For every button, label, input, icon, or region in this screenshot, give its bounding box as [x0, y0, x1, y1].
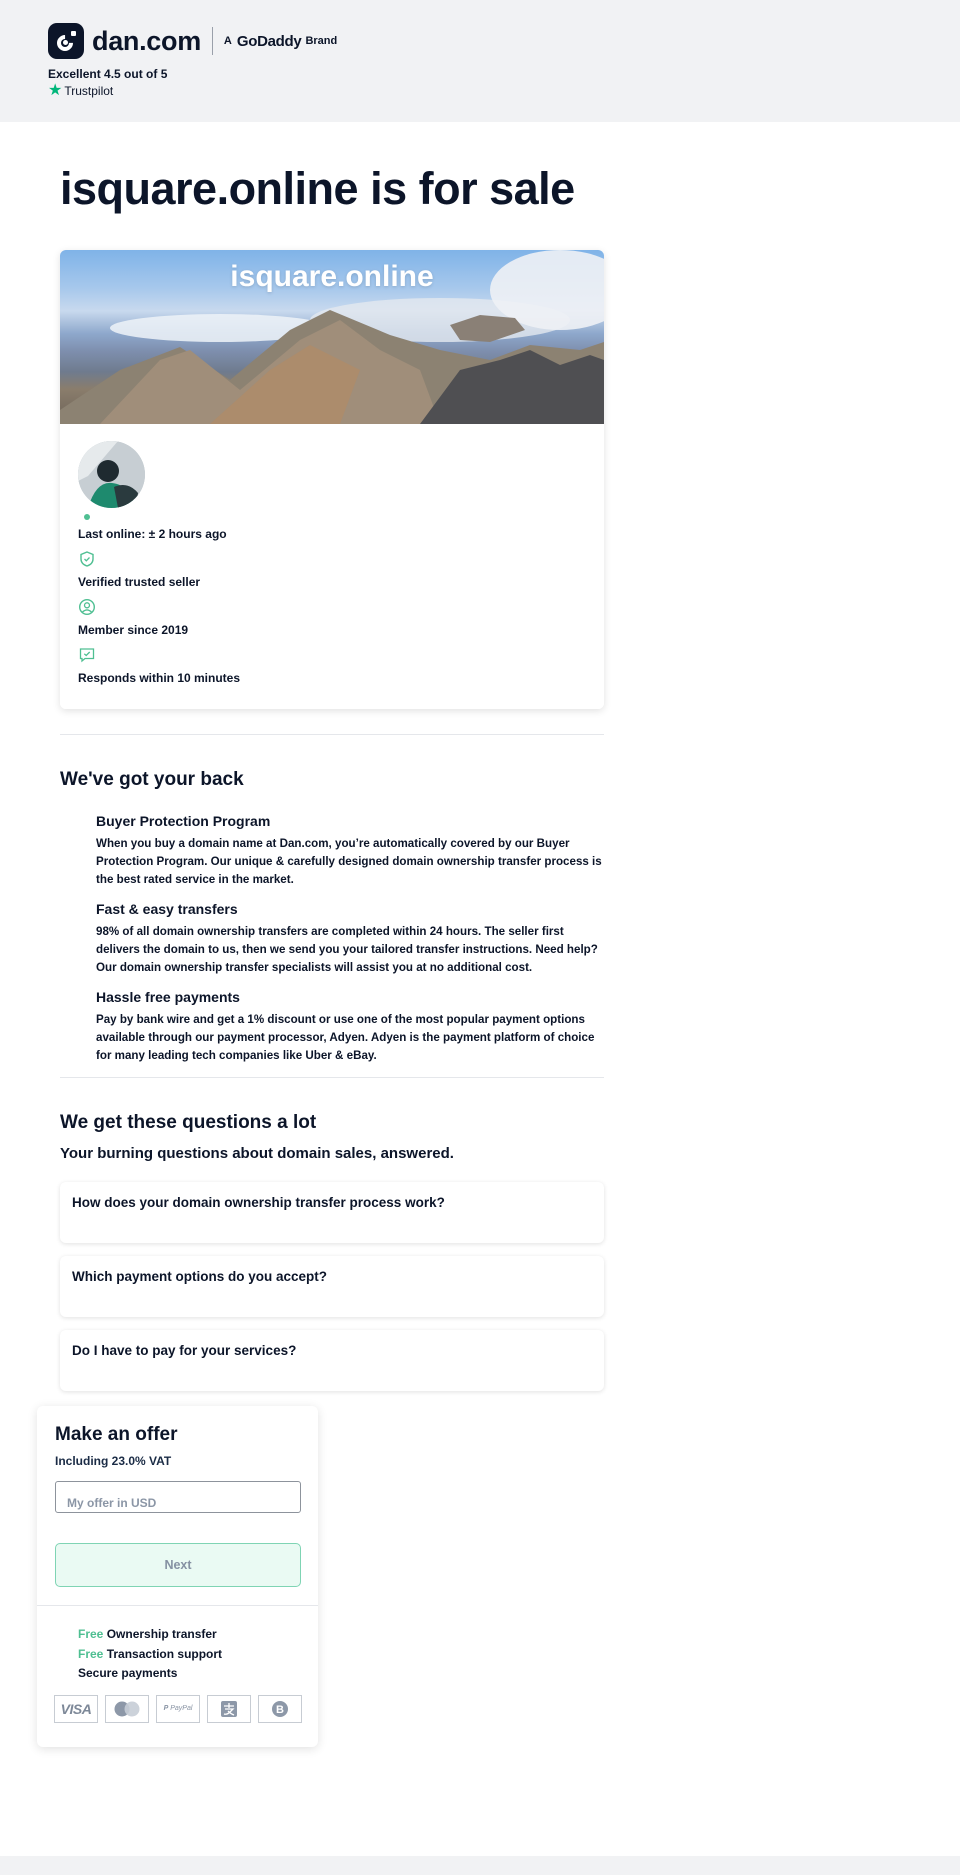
feature-title: Fast & easy transfers — [96, 901, 238, 917]
feature-title: Buyer Protection Program — [96, 813, 271, 829]
protection-title: We've got your back — [60, 769, 244, 790]
page-title: isquare.online is for sale — [60, 163, 575, 214]
faq-item[interactable]: How does your domain ownership transfer … — [60, 1182, 604, 1243]
feature-item: Buyer Protection Program When you buy a … — [96, 813, 604, 889]
user-circle-icon — [78, 598, 96, 616]
payment-methods: VISA P PayPal B — [37, 1684, 318, 1723]
offer-amount-input[interactable] — [55, 1481, 301, 1513]
banner-domain-text: isquare.online — [230, 260, 434, 293]
make-offer-card: Make an offer Including 23.0% VAT Next F… — [37, 1406, 318, 1747]
shield-check-icon — [80, 551, 94, 567]
brand-row: dan.com A GoDaddy Brand — [48, 23, 912, 59]
site-header: dan.com A GoDaddy Brand Excellent 4.5 ou… — [0, 0, 960, 122]
mastercard-icon — [105, 1694, 149, 1723]
section-divider — [60, 1077, 604, 1078]
seller-card: isquare.online Last online: ± 2 hours ag… — [60, 250, 604, 709]
dan-logo-icon[interactable] — [48, 23, 84, 59]
godaddy-logo: GoDaddy — [236, 32, 302, 50]
brand-prefix: A — [223, 35, 232, 47]
feature-list: Buyer Protection Program When you buy a … — [60, 813, 604, 1065]
logo-text[interactable]: dan.com — [92, 26, 201, 57]
online-status-dot — [84, 514, 90, 520]
faq-list: How does your domain ownership transfer … — [60, 1182, 604, 1391]
alipay-icon — [207, 1694, 251, 1723]
verified-seller: Verified trusted seller — [78, 575, 201, 589]
response-time: Responds within 10 minutes — [78, 671, 241, 685]
vat-note: Including 23.0% VAT — [55, 1454, 172, 1468]
perk-text: Ownership transfer — [106, 1627, 217, 1641]
paypal-icon: P PayPal — [156, 1694, 200, 1723]
site-footer — [0, 1856, 960, 1875]
faq-subtitle: Your burning questions about domain sale… — [60, 1145, 454, 1162]
next-button[interactable]: Next — [55, 1543, 301, 1587]
faq-item[interactable]: Do I have to pay for your services? — [60, 1330, 604, 1391]
trustpilot-link[interactable]: ★ Trustpilot — [48, 83, 912, 99]
perk-list: Free Ownership transfer Free Transaction… — [37, 1606, 318, 1684]
last-online: Last online: ± 2 hours ago — [78, 527, 227, 541]
main-content: isquare.online is for sale isquare.onlin… — [0, 162, 664, 1391]
feature-text: Pay by bank wire and get a 1% discount o… — [96, 1013, 595, 1062]
feature-item: Fast & easy transfers 98% of all domain … — [96, 901, 604, 977]
feature-item: Hassle free payments Pay by bank wire an… — [96, 989, 604, 1065]
perk-text: Transaction support — [106, 1646, 223, 1661]
seller-info: Last online: ± 2 hours ago Verified trus… — [60, 424, 604, 709]
perk-item: Free Ownership transfer — [78, 1625, 318, 1645]
perk-item: Free Transaction support — [78, 1645, 318, 1665]
section-divider — [60, 734, 604, 735]
member-since: Member since 2019 — [78, 623, 189, 637]
feature-text: 98% of all domain ownership transfers ar… — [96, 925, 598, 974]
buyer-protection-section: We've got your back Buyer Protection Pro… — [60, 769, 604, 1065]
faq-item[interactable]: Which payment options do you accept? — [60, 1256, 604, 1317]
svg-text:B: B — [276, 1704, 284, 1716]
visa-icon: VISA — [54, 1694, 98, 1723]
seller-avatar — [78, 441, 145, 508]
trustpilot-rating: Excellent 4.5 out of 5 — [48, 67, 168, 81]
faq-title: We get these questions a lot — [60, 1112, 317, 1133]
brand-divider — [211, 27, 213, 55]
trustpilot-star-icon: ★ — [48, 82, 63, 99]
free-label: Free — [78, 1627, 104, 1641]
message-check-icon — [79, 648, 95, 663]
faq-section: We get these questions a lot Your burnin… — [60, 1112, 604, 1391]
offer-title: Make an offer — [55, 1424, 178, 1445]
feature-title: Hassle free payments — [96, 989, 240, 1005]
perk-item: Secure payments — [78, 1664, 318, 1684]
domain-banner-image: isquare.online — [60, 250, 604, 424]
perk-text: Secure payments — [78, 1666, 178, 1680]
brand-suffix: Brand — [305, 35, 338, 47]
bitcoin-icon: B — [258, 1694, 302, 1723]
feature-text: When you buy a domain name at Dan.com, y… — [96, 837, 602, 886]
free-label: Free — [78, 1646, 104, 1661]
trustpilot-label: Trustpilot — [64, 84, 114, 98]
